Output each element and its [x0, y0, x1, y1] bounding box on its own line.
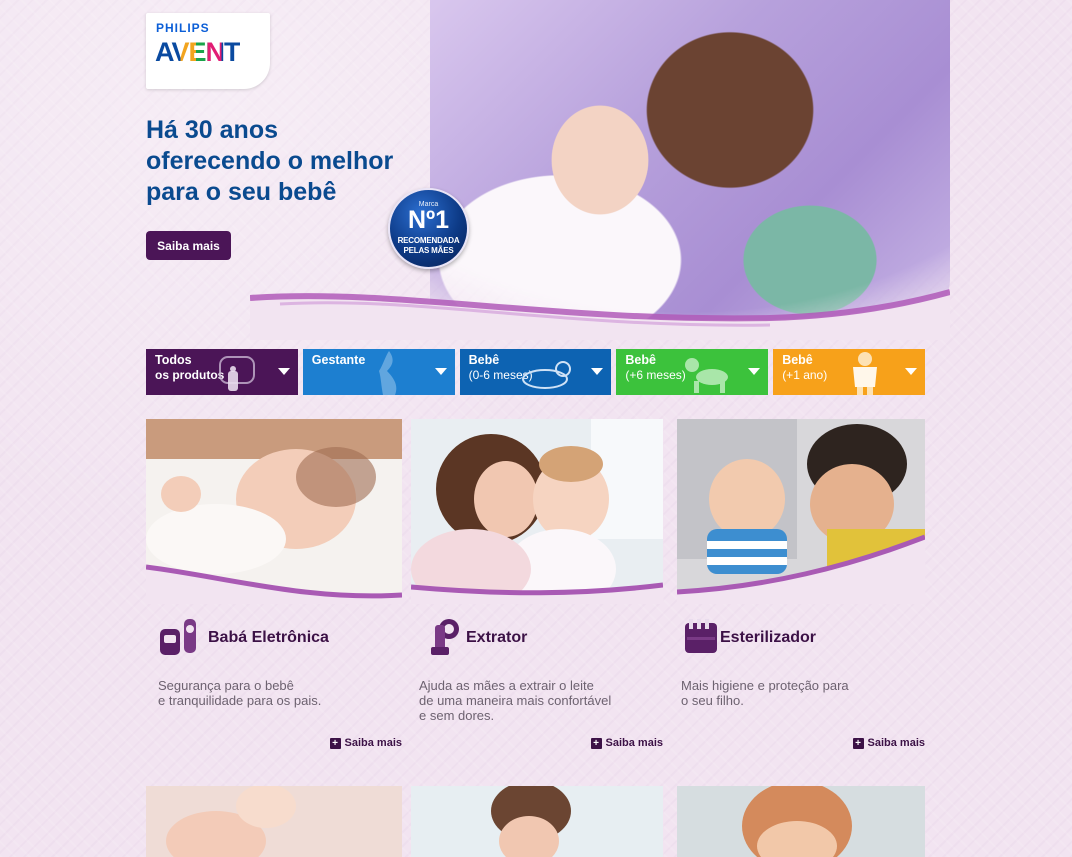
sterilizer-icon	[685, 619, 717, 653]
baby-feet-photo[interactable]	[146, 786, 402, 857]
mother-feeding-photo[interactable]	[411, 786, 663, 857]
product-description: Ajuda as mães a extrair o leite de uma m…	[419, 678, 612, 723]
toddler-icon	[852, 352, 877, 395]
chevron-down-icon	[591, 368, 604, 375]
page: PHILIPS AVENT Há 30 anos oferecendo o me…	[0, 0, 1072, 857]
father-baby-photo[interactable]	[677, 419, 925, 604]
product-card-baba-eletronica: Babá Eletrônica Segurança para o bebê e …	[146, 419, 402, 759]
pregnant-woman-icon	[378, 351, 396, 395]
saiba-mais-label: Saiba mais	[867, 737, 925, 749]
category-title: Todos	[155, 353, 192, 367]
category-title: Gestante	[311, 353, 366, 367]
hero-banner: PHILIPS AVENT Há 30 anos oferecendo o me…	[0, 0, 1072, 340]
products-illustration-icon	[218, 356, 255, 391]
product-name: Extrator	[466, 629, 528, 646]
number-one-badge: Marca Nº1 RECOMENDADA PELAS MÃES	[388, 188, 469, 269]
category-nav: Todos os produtos Gestante Bebê (0-6 mes…	[146, 349, 925, 395]
philips-avent-logo[interactable]: PHILIPS AVENT	[146, 13, 270, 89]
chevron-down-icon	[277, 368, 290, 375]
saiba-mais-label: Saiba mais	[344, 737, 402, 749]
product-name: Babá Eletrônica	[208, 629, 329, 646]
plus-icon: +	[852, 737, 864, 749]
hero-wave-decoration	[250, 289, 950, 340]
hero-saiba-mais-button[interactable]: Saiba mais	[146, 231, 231, 260]
product-card-esterilizador: Esterilizador Mais higiene e proteção pa…	[677, 419, 925, 759]
category-bebe-0-6[interactable]: Bebê (0-6 meses)	[459, 349, 612, 395]
chevron-down-icon	[748, 368, 761, 375]
product-description: Mais higiene e proteção para o seu filho…	[681, 678, 849, 708]
plus-icon: +	[590, 737, 602, 749]
product-description: Segurança para o bebê e tranquilidade pa…	[158, 678, 322, 708]
toddler-photo[interactable]	[677, 786, 925, 857]
chevron-down-icon	[904, 368, 917, 375]
saiba-mais-link[interactable]: + Saiba mais	[852, 737, 925, 749]
category-title: Bebê	[782, 353, 813, 367]
category-bebe-6-meses[interactable]: Bebê (+6 meses)	[616, 349, 769, 395]
saiba-mais-link[interactable]: + Saiba mais	[329, 737, 402, 749]
saiba-mais-link[interactable]: + Saiba mais	[590, 737, 663, 749]
breast-pump-icon	[431, 619, 459, 655]
plus-icon: +	[329, 737, 341, 749]
category-gestante[interactable]: Gestante	[302, 349, 455, 395]
product-cards-row-2	[146, 786, 925, 857]
product-name: Esterilizador	[720, 629, 817, 646]
product-card-extrator: Extrator Ajuda as mães a extrair o leite…	[411, 419, 663, 759]
chevron-down-icon	[434, 368, 447, 375]
category-title: Bebê	[468, 353, 500, 367]
badge-line2-text: PELAS MÃES	[403, 246, 454, 255]
baby-monitor-icon	[160, 619, 196, 655]
category-subtitle: (+1 ano)	[782, 368, 828, 382]
category-bebe-1-ano[interactable]: Bebê (+1 ano)	[773, 349, 925, 395]
sleeping-baby-photo[interactable]	[146, 419, 402, 604]
category-todos-produtos[interactable]: Todos os produtos	[146, 349, 298, 395]
newborn-baby-icon	[522, 361, 572, 389]
badge-number-text: Nº1	[407, 206, 450, 234]
badge-line1-text: RECOMENDADA	[397, 236, 460, 245]
category-title: Bebê	[625, 353, 656, 367]
logo-avent-text: AVENT	[155, 37, 241, 67]
crawling-baby-icon	[685, 358, 729, 393]
hero-title: Há 30 anos oferecendo o melhor para o se…	[146, 116, 394, 206]
logo-philips-text: PHILIPS	[156, 21, 210, 35]
saiba-mais-label: Saiba mais	[605, 737, 663, 749]
mother-baby-photo[interactable]	[411, 419, 663, 604]
